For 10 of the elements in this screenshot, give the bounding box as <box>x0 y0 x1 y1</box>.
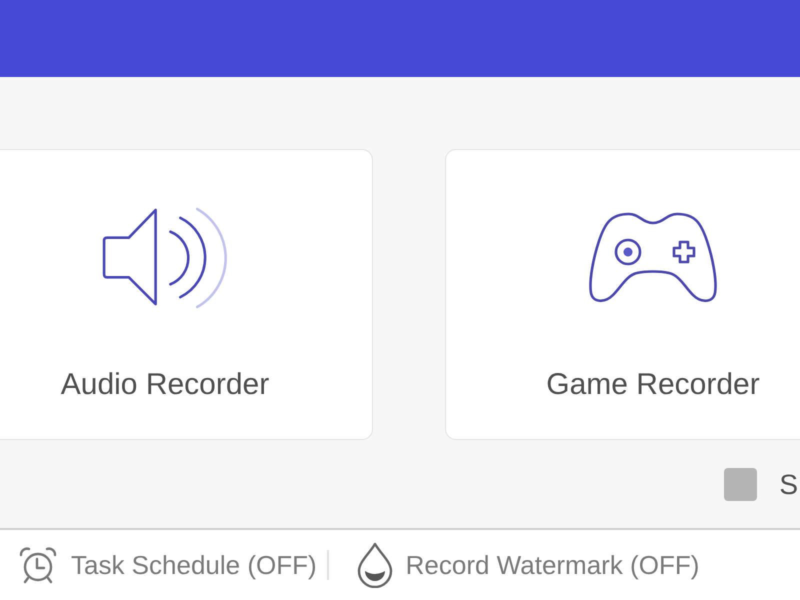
checkbox-label: S <box>779 468 798 500</box>
alarm-clock-icon <box>18 546 58 584</box>
game-controller-icon <box>588 211 718 305</box>
speaker-icon <box>102 206 228 310</box>
task-schedule-button[interactable]: Task Schedule (OFF) <box>18 546 317 584</box>
water-drop-icon <box>356 542 393 588</box>
recorder-card[interactable]: Game Recorder <box>445 149 800 440</box>
checkbox[interactable] <box>724 468 758 501</box>
recorder-card[interactable]: Audio Recorder <box>0 149 373 440</box>
watermark-button[interactable]: Record Watermark (OFF) <box>356 542 700 588</box>
